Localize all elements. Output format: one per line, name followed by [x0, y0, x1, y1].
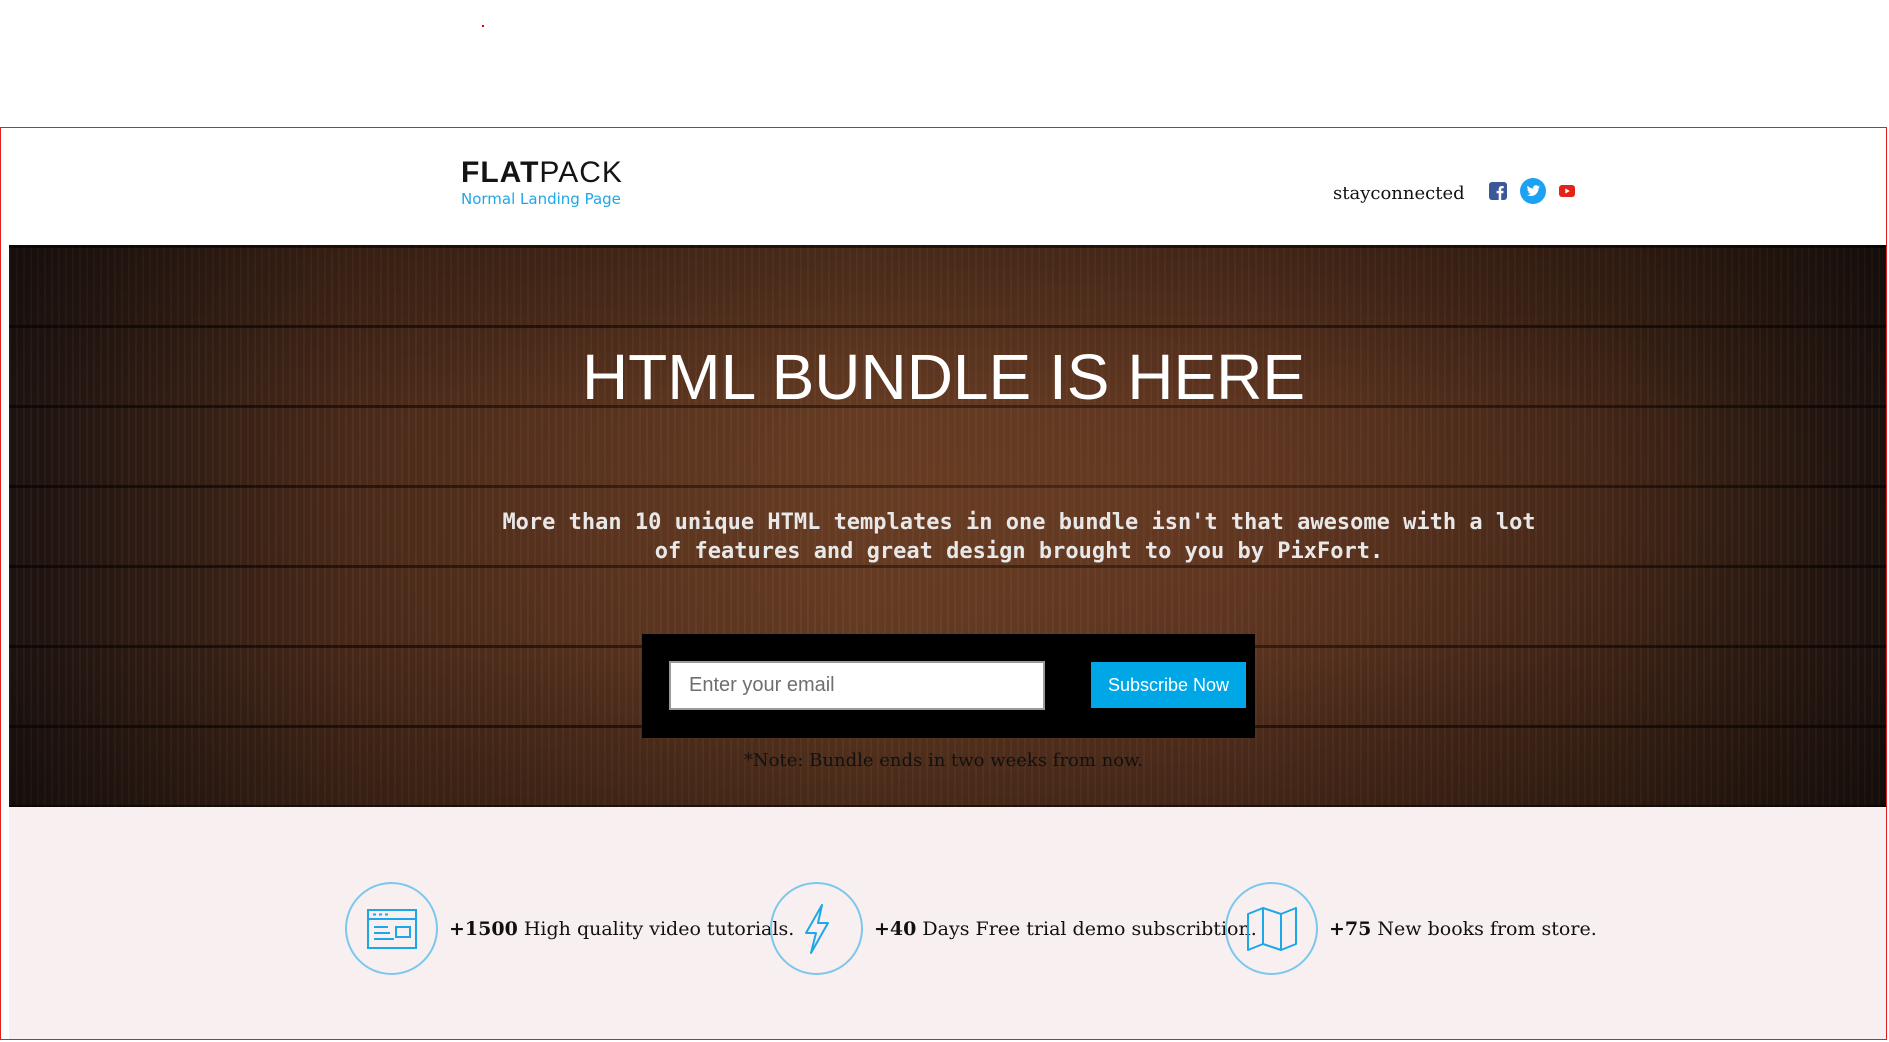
twitter-icon[interactable] — [1519, 178, 1546, 208]
youtube-icon[interactable] — [1558, 183, 1575, 203]
feature-number: +1500 — [449, 917, 518, 940]
feature-icon-circle — [345, 882, 438, 975]
hero-description: More than 10 unique HTML templates in on… — [502, 510, 1536, 564]
social-label: stayconnected — [1333, 182, 1465, 204]
map-icon — [1246, 906, 1297, 951]
features-section: +1500 High quality video tutorials. +40 … — [9, 807, 1886, 1039]
feature-item-trial: +40 Days Free trial demo subscribtion. — [770, 882, 1257, 975]
bundle-note: *Note: Bundle ends in two weeks from now… — [743, 750, 1144, 771]
subscribe-form: Subscribe Now — [642, 634, 1255, 738]
feature-description: New books from store. — [1377, 917, 1597, 940]
feature-icon-circle — [1225, 882, 1318, 975]
facebook-icon[interactable] — [1488, 182, 1507, 204]
feature-icon-circle — [770, 882, 863, 975]
email-input[interactable] — [669, 661, 1045, 710]
feature-text: +75 New books from store. — [1329, 918, 1597, 940]
feature-item-books: +75 New books from store. — [1225, 882, 1597, 975]
landing-page-frame: FLATPACK Normal Landing Page stayconnect… — [0, 127, 1887, 1040]
feature-description: Days Free trial demo subscribtion. — [922, 917, 1257, 940]
browser-window-icon — [366, 908, 417, 949]
feature-text: +40 Days Free trial demo subscribtion. — [874, 918, 1257, 940]
feature-number: +75 — [1329, 917, 1372, 940]
subscribe-button[interactable]: Subscribe Now — [1091, 662, 1246, 708]
social-links: stayconnected — [1333, 178, 1588, 208]
feature-item-tutorials: +1500 High quality video tutorials. — [345, 882, 794, 975]
feature-text: +1500 High quality video tutorials. — [449, 918, 794, 940]
logo-subtitle: Normal Landing Page — [461, 190, 621, 208]
stray-dot — [482, 25, 484, 27]
hero-title: HTML BUNDLE IS HERE — [581, 341, 1306, 413]
logo-bold: FLAT — [461, 156, 540, 189]
logo-light: PACK — [539, 156, 623, 189]
site-header: FLATPACK Normal Landing Page stayconnect… — [1, 128, 1886, 245]
lightning-bolt-icon — [804, 903, 829, 954]
feature-number: +40 — [874, 917, 917, 940]
logo-wordmark: FLATPACK — [461, 158, 623, 188]
feature-description: High quality video tutorials. — [523, 917, 795, 940]
logo[interactable]: FLATPACK Normal Landing Page — [461, 158, 623, 209]
hero-section: HTML BUNDLE IS HERE More than 10 unique … — [9, 245, 1886, 807]
